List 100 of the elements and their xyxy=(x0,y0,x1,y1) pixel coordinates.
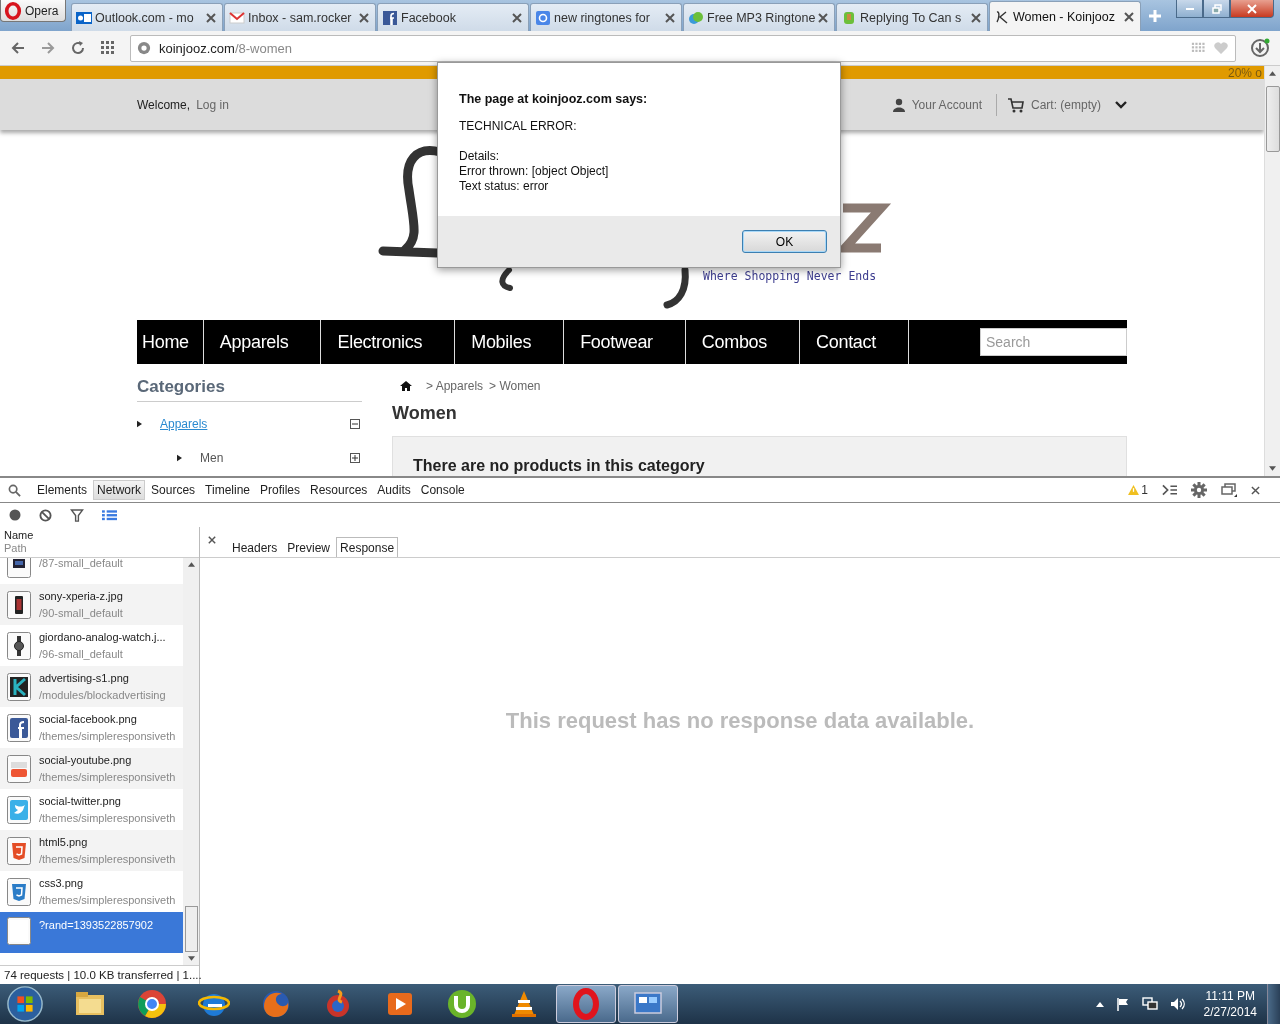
tab-title: Facebook xyxy=(401,10,457,25)
nav-link[interactable]: Mobiles xyxy=(455,320,565,364)
dialog-text: TECHNICAL ERROR: xyxy=(459,119,578,134)
dock-icon[interactable] xyxy=(1221,483,1237,497)
browser-tab[interactable]: new ringtones for xyxy=(530,3,682,31)
reload-icon[interactable] xyxy=(70,40,86,56)
request-row[interactable]: social-youtube.png /themes/simpleresponsiveth xyxy=(0,748,183,789)
tab-title: Replying To Can s xyxy=(860,10,963,25)
start-orb-icon[interactable] xyxy=(6,985,44,1023)
request-name: social-twitter.png xyxy=(39,793,122,809)
nav-link[interactable]: Apparels xyxy=(203,320,322,364)
detail-tab[interactable]: Headers xyxy=(228,537,282,557)
watch-icon xyxy=(7,631,31,660)
column-header[interactable]: Path xyxy=(4,542,199,555)
list-view-icon[interactable] xyxy=(102,509,117,521)
detail-tab[interactable]: Preview xyxy=(283,537,335,557)
devtools-tab[interactable]: Audits xyxy=(373,480,415,500)
browser-tab[interactable]: Facebook xyxy=(377,3,529,31)
request-row[interactable]: html5.png /themes/simpleresponsiveth xyxy=(0,830,183,871)
close-icon[interactable] xyxy=(1124,11,1134,22)
nav-link[interactable]: Footwear xyxy=(564,320,686,364)
warning-count[interactable]: 1 xyxy=(1141,483,1148,497)
tab-title: Inbox - sam.rocker xyxy=(248,10,353,25)
plus-box-icon[interactable] xyxy=(350,453,360,463)
settings-icon[interactable] xyxy=(1191,482,1207,498)
category-link[interactable]: Apparels xyxy=(160,417,208,431)
devtools-tab[interactable]: Elements xyxy=(33,480,92,500)
scroll-up-icon[interactable] xyxy=(187,562,195,567)
scroll-up-icon[interactable] xyxy=(1269,71,1276,76)
scrollbar[interactable] xyxy=(1264,66,1280,476)
close-icon[interactable] xyxy=(1251,485,1260,495)
nav-link[interactable]: Electronics xyxy=(321,320,456,364)
devtools-tab[interactable]: Sources xyxy=(147,480,200,500)
request-row[interactable]: sony-xperia-z.jpg /90-small_default xyxy=(0,584,183,625)
grid-icon[interactable] xyxy=(100,40,116,56)
close-window-button[interactable] xyxy=(1230,0,1274,18)
request-row[interactable]: ?rand=1393522857902 xyxy=(0,912,183,953)
scrollbar[interactable] xyxy=(183,558,199,965)
request-path: /modules/blockadvertising xyxy=(39,687,166,703)
category-link[interactable]: Men xyxy=(200,451,224,465)
speaker-icon[interactable] xyxy=(1169,997,1186,1011)
ok-button[interactable]: OK xyxy=(742,230,827,253)
f-square-icon xyxy=(7,713,31,742)
detail-tab[interactable]: Response xyxy=(336,537,399,557)
opera-menu-button[interactable]: Opera xyxy=(0,0,66,22)
nav-link[interactable]: Combos xyxy=(685,320,801,364)
close-icon[interactable] xyxy=(971,12,981,23)
request-row[interactable]: advertising-s1.png /modules/blockadvertising xyxy=(0,666,183,707)
clock[interactable]: 11:11 PM 2/27/2014 xyxy=(1203,988,1257,1020)
minimize-button[interactable] xyxy=(1176,0,1203,18)
devtools-tab[interactable]: Resources xyxy=(306,480,372,500)
devtools-tab[interactable]: Console xyxy=(416,480,469,500)
breadcrumb-link[interactable]: > Apparels xyxy=(426,379,484,393)
close-icon[interactable] xyxy=(359,12,369,23)
close-icon[interactable] xyxy=(206,12,216,23)
forward-icon[interactable] xyxy=(40,40,56,56)
network-icon[interactable] xyxy=(1141,997,1158,1011)
close-icon[interactable] xyxy=(665,12,675,23)
nav-link[interactable]: Contact xyxy=(800,320,909,364)
welcome-text: Welcome, xyxy=(137,97,191,112)
devtools-tab[interactable]: Network xyxy=(93,480,146,500)
up-arrow-icon[interactable] xyxy=(1095,1001,1104,1007)
bug-icon xyxy=(841,9,857,26)
flag-icon[interactable] xyxy=(1115,997,1130,1011)
download-icon[interactable] xyxy=(1250,38,1270,58)
close-icon[interactable] xyxy=(818,12,828,23)
search-icon[interactable] xyxy=(8,483,21,497)
column-header[interactable]: Name xyxy=(4,529,199,542)
log-in-link[interactable]: Log in xyxy=(196,97,229,112)
restore-button[interactable] xyxy=(1203,0,1230,18)
account-link[interactable]: Your Account xyxy=(911,97,982,112)
taskbar-button[interactable] xyxy=(618,985,678,1023)
browser-tab[interactable]: Women - Koinjooz xyxy=(989,1,1141,31)
scroll-thumb[interactable] xyxy=(1265,86,1280,152)
shield-icon xyxy=(7,836,31,865)
browser-tab[interactable]: Outlook.com - mo xyxy=(71,3,223,31)
breadcrumb-link[interactable]: > Women xyxy=(489,379,541,393)
k-logo-icon xyxy=(7,672,31,701)
minus-box-icon[interactable] xyxy=(350,419,360,429)
close-icon[interactable] xyxy=(208,536,216,544)
filter-icon[interactable] xyxy=(70,508,84,522)
home-icon[interactable] xyxy=(400,380,412,392)
show-desktop-button[interactable] xyxy=(1267,984,1280,1024)
devtools-tab[interactable]: Profiles xyxy=(256,480,304,500)
browser-tab[interactable]: Free MP3 Ringtone xyxy=(683,3,835,31)
chevron-down-icon[interactable] xyxy=(1115,100,1127,109)
browser-tab[interactable]: Inbox - sam.rocker xyxy=(224,3,376,31)
close-icon[interactable] xyxy=(512,12,522,23)
search-field[interactable]: Search xyxy=(980,328,1127,356)
nav-link[interactable]: Home xyxy=(137,320,204,364)
scroll-down-icon[interactable] xyxy=(1269,466,1276,471)
back-icon[interactable] xyxy=(10,40,26,56)
clear-icon[interactable] xyxy=(39,508,52,522)
scroll-thumb[interactable] xyxy=(184,906,198,952)
record-icon[interactable] xyxy=(9,509,21,521)
cart-link[interactable]: Cart: (empty) xyxy=(1031,97,1101,112)
console-drawer-icon[interactable] xyxy=(1162,484,1177,496)
browser-tab[interactable]: Replying To Can s xyxy=(836,3,988,31)
devtools-tab[interactable]: Timeline xyxy=(201,480,254,500)
scroll-down-icon[interactable] xyxy=(187,956,195,961)
